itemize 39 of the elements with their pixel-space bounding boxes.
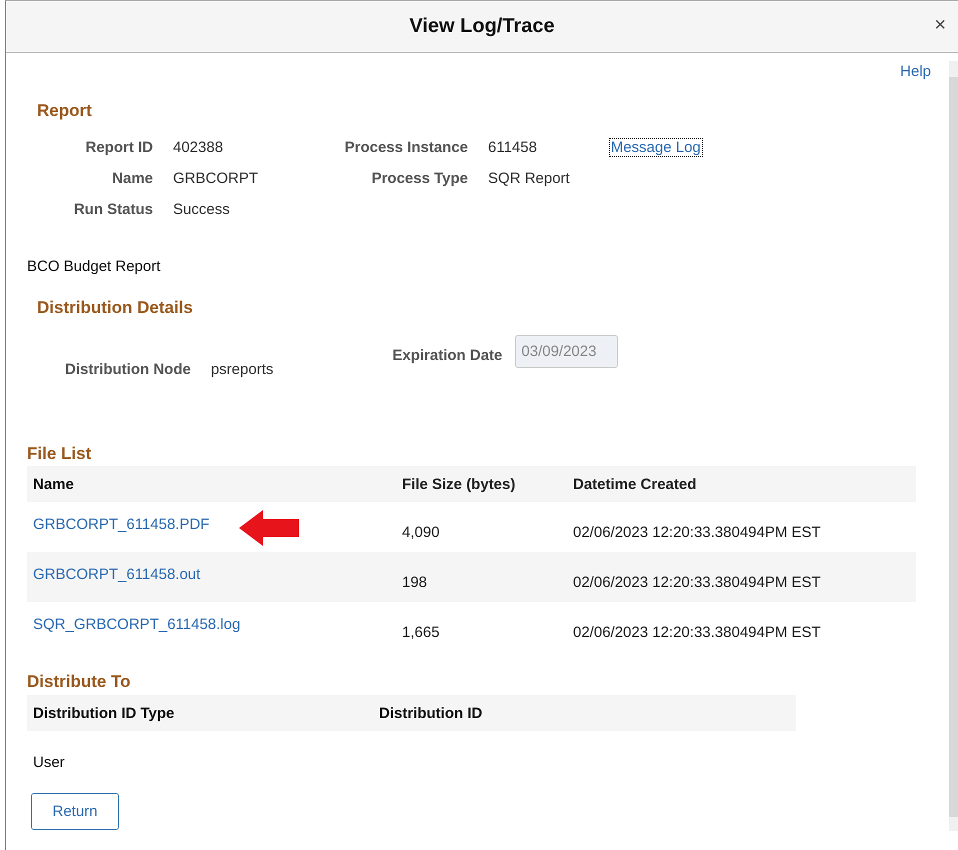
report-description: BCO Budget Report <box>27 258 162 275</box>
section-heading: Distribute To <box>27 672 132 692</box>
scrollbar[interactable] <box>949 61 958 831</box>
column-header: Distribution ID <box>379 704 482 722</box>
message-log-link[interactable]: Message Log <box>610 139 702 156</box>
column-header: Name <box>33 476 74 492</box>
close-button[interactable]: × <box>934 15 946 35</box>
field-label: Distribution Node <box>65 361 191 378</box>
column-header: File Size (bytes) <box>402 476 516 492</box>
section-heading: Distribution Details <box>37 298 194 318</box>
field-label: Run Status <box>72 201 153 218</box>
window-title: View Log/Trace <box>409 15 555 38</box>
field-value: GRBCORPT <box>173 170 258 187</box>
field-value: 611458 <box>488 139 537 156</box>
field-value: 402388 <box>173 139 224 156</box>
return-button[interactable]: Return <box>31 793 119 830</box>
datetime-created: 02/06/2023 12:20:33.380494PM EST <box>573 624 821 641</box>
field-label: Process Type <box>370 170 468 187</box>
field-label: Expiration Date <box>392 347 502 364</box>
file-link[interactable]: GRBCORPT_611458.out <box>33 566 200 583</box>
datetime-created: 02/06/2023 12:20:33.380494PM EST <box>573 574 821 591</box>
field-label: Name <box>111 170 153 187</box>
distribution-id-type: User <box>33 754 65 770</box>
file-link[interactable]: GRBCORPT_611458.PDF <box>33 516 210 533</box>
column-header: Distribution ID Type <box>33 704 174 722</box>
file-size: 1,665 <box>402 624 440 641</box>
column-header: Datetime Created <box>573 476 696 492</box>
datetime-created: 02/06/2023 12:20:33.380494PM EST <box>573 524 821 541</box>
file-link[interactable]: SQR_GRBCORPT_611458.log <box>33 616 240 633</box>
help-link[interactable]: Help <box>900 63 931 85</box>
field-label: Process Instance <box>344 139 468 156</box>
file-size: 198 <box>402 574 428 591</box>
field-value: psreports <box>210 361 274 378</box>
section-heading: Report <box>37 101 93 121</box>
field-value: Success <box>173 201 230 218</box>
field-label: Report ID <box>84 139 153 156</box>
file-size: 4,090 <box>402 524 440 541</box>
field-value: SQR Report <box>488 170 570 187</box>
section-heading: File List <box>27 444 92 462</box>
